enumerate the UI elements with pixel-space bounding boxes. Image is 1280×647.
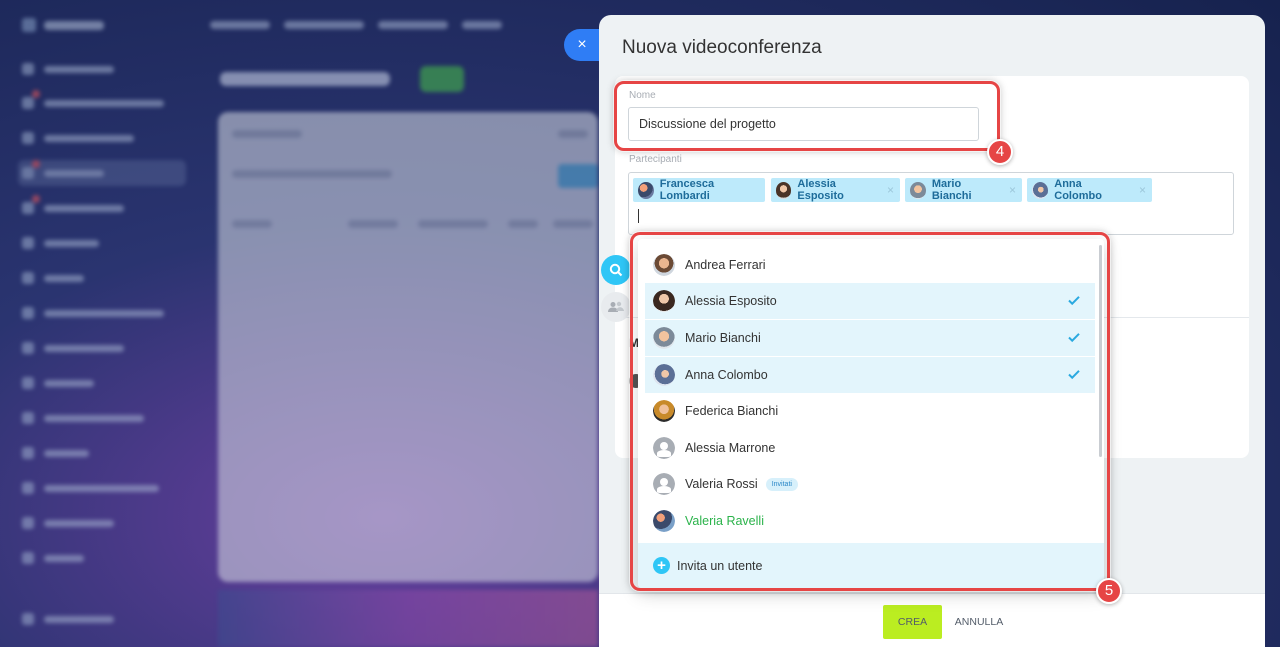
background-add-button bbox=[420, 66, 464, 92]
participant-chip: Alessia Esposito × bbox=[771, 178, 900, 202]
create-button[interactable]: CREA bbox=[883, 605, 942, 639]
avatar bbox=[1032, 181, 1049, 199]
page-title: Nuova videoconferenza bbox=[622, 37, 822, 58]
participants-field[interactable]: Francesca Lombardi Alessia Esposito × Ma… bbox=[628, 172, 1234, 235]
step-marker: 4 bbox=[987, 139, 1013, 165]
dropdown-highlight bbox=[630, 232, 1110, 591]
participant-chip-label: Mario Bianchi bbox=[931, 178, 972, 202]
text-cursor bbox=[638, 209, 639, 223]
name-field-highlight bbox=[614, 81, 1000, 151]
participant-chip-label: Francesca Lombardi bbox=[659, 178, 715, 202]
participant-chip: Francesca Lombardi bbox=[633, 178, 765, 202]
participant-chip: Anna Colombo × bbox=[1027, 178, 1152, 202]
participant-chip-label: Alessia Esposito bbox=[797, 178, 844, 202]
avatar bbox=[776, 181, 792, 199]
chip-remove-icon[interactable]: × bbox=[1009, 183, 1016, 197]
close-panel-button[interactable]: × bbox=[564, 29, 600, 61]
background-page-title bbox=[220, 72, 390, 86]
chip-remove-icon[interactable]: × bbox=[1139, 183, 1146, 197]
background-sidebar bbox=[0, 0, 200, 647]
cancel-button[interactable]: ANNULLA bbox=[949, 605, 1009, 639]
step-marker: 5 bbox=[1096, 578, 1122, 604]
background-banner bbox=[218, 590, 598, 647]
participant-chip-label: Anna Colombo bbox=[1054, 178, 1102, 202]
footer-bar: CREA ANNULLA bbox=[599, 593, 1265, 647]
chip-remove-icon[interactable]: × bbox=[887, 183, 894, 197]
close-icon: × bbox=[577, 36, 587, 53]
participants-label: Partecipanti bbox=[629, 154, 682, 165]
background-content-card bbox=[218, 112, 598, 582]
avatar bbox=[910, 181, 926, 199]
chat-search-icon[interactable] bbox=[601, 255, 631, 285]
users-icon[interactable] bbox=[601, 292, 631, 322]
background-logo bbox=[22, 14, 142, 36]
participant-chip: Mario Bianchi × bbox=[905, 178, 1022, 202]
avatar bbox=[638, 181, 654, 199]
